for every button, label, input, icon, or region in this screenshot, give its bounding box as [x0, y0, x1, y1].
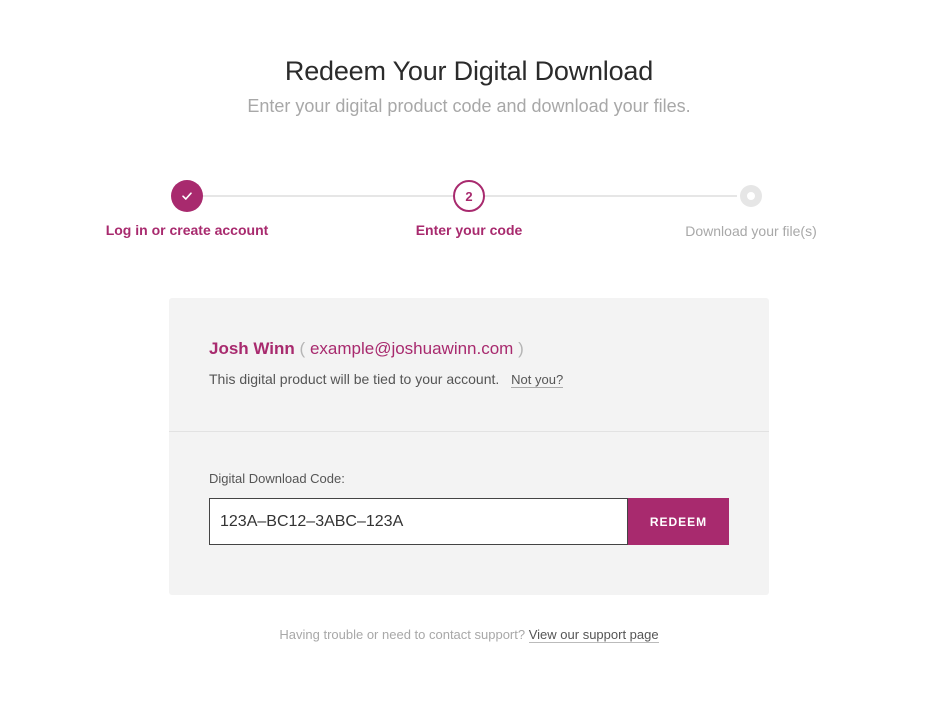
download-code-input[interactable] — [209, 498, 628, 545]
email-close-paren: ) — [518, 339, 524, 358]
not-you-link[interactable]: Not you? — [511, 372, 564, 388]
redeem-card: Josh Winn ( example@joshuawinn.com ) Thi… — [169, 298, 769, 595]
check-icon — [182, 192, 192, 200]
user-name: Josh Winn — [209, 339, 295, 358]
step-3-label: Download your file(s) — [685, 223, 817, 239]
redeem-button[interactable]: REDEEM — [628, 498, 729, 545]
pending-dot-icon — [747, 192, 755, 200]
step-connector — [201, 195, 454, 197]
step-2-current-indicator: 2 — [453, 180, 485, 212]
email-open-paren: ( — [299, 339, 306, 358]
step-1-complete-indicator — [171, 180, 203, 212]
redeem-page: Redeem Your Digital Download Enter your … — [0, 0, 952, 717]
support-text: Having trouble or need to contact suppor… — [279, 627, 526, 642]
user-email: example@joshuawinn.com — [309, 339, 514, 358]
page-subtitle: Enter your digital product code and down… — [247, 96, 691, 116]
step-3-pending-indicator — [740, 185, 762, 207]
account-info: Josh Winn ( example@joshuawinn.com ) — [209, 339, 524, 359]
account-section: Josh Winn ( example@joshuawinn.com ) Thi… — [169, 298, 769, 432]
step-connector — [484, 195, 737, 197]
account-notice: This digital product will be tied to you… — [209, 371, 564, 388]
step-1-label: Log in or create account — [105, 222, 269, 238]
support-footer: Having trouble or need to contact suppor… — [0, 627, 938, 643]
step-2-label: Enter your code — [415, 222, 523, 238]
code-field-label: Digital Download Code: — [209, 471, 345, 486]
page-title: Redeem Your Digital Download — [284, 56, 654, 86]
support-page-link[interactable]: View our support page — [528, 627, 659, 643]
account-notice-text: This digital product will be tied to you… — [209, 371, 500, 387]
